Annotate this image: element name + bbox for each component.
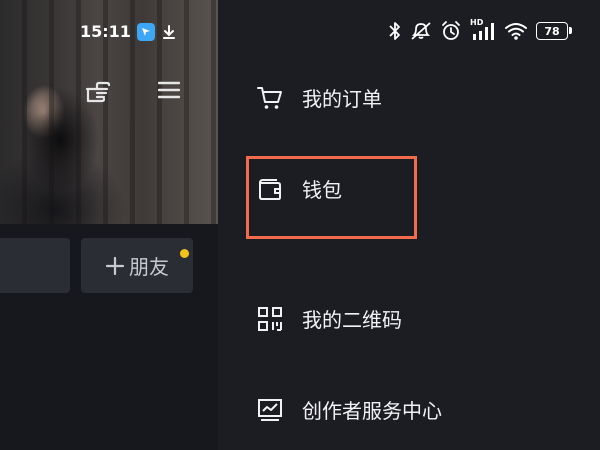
status-bar-left: 15:11 [80,22,177,41]
add-friend-label: 朋友 [129,255,169,279]
battery-icon: 78 [536,22,572,40]
qr-code-icon [258,306,282,331]
download-icon [162,24,175,39]
mute-icon [411,22,431,40]
profile-pane: 15:11 朋友 [0,0,218,450]
menu-item-my-orders[interactable]: 我的订单 [256,83,382,112]
status-time: 15:11 [80,22,131,41]
menu-item-wallet[interactable]: 钱包 [256,174,342,203]
menu-item-my-qr-code[interactable]: 我的二维码 [256,304,402,333]
menu-item-label: 创作者服务中心 [302,399,442,423]
menu-item-label: 我的二维码 [302,308,402,332]
side-drawer: HD 78 我的订单 钱包 我的二维码 创作者服务中心 [218,0,600,450]
menu-item-creator-center[interactable]: 创作者服务中心 [256,395,442,424]
profile-action-button[interactable] [0,238,70,293]
app-notification-icon [136,22,155,41]
wallet-icon [259,178,281,200]
status-bar-right: HD 78 [388,18,600,42]
menu-item-label: 我的订单 [302,87,382,111]
hamburger-menu-icon[interactable] [158,80,180,100]
hand-pointer-icon[interactable] [82,76,112,106]
alarm-clock-icon [442,21,460,40]
cart-icon [257,86,282,109]
bluetooth-icon [389,22,400,40]
add-friend-button[interactable]: 朋友 [81,238,193,293]
cellular-signal-icon: HD [470,18,496,41]
wifi-icon [505,23,527,40]
notification-dot [180,249,189,258]
battery-level: 78 [544,24,560,38]
plus-icon [105,256,125,275]
creator-chart-icon [258,398,282,421]
menu-item-label: 钱包 [302,178,342,202]
